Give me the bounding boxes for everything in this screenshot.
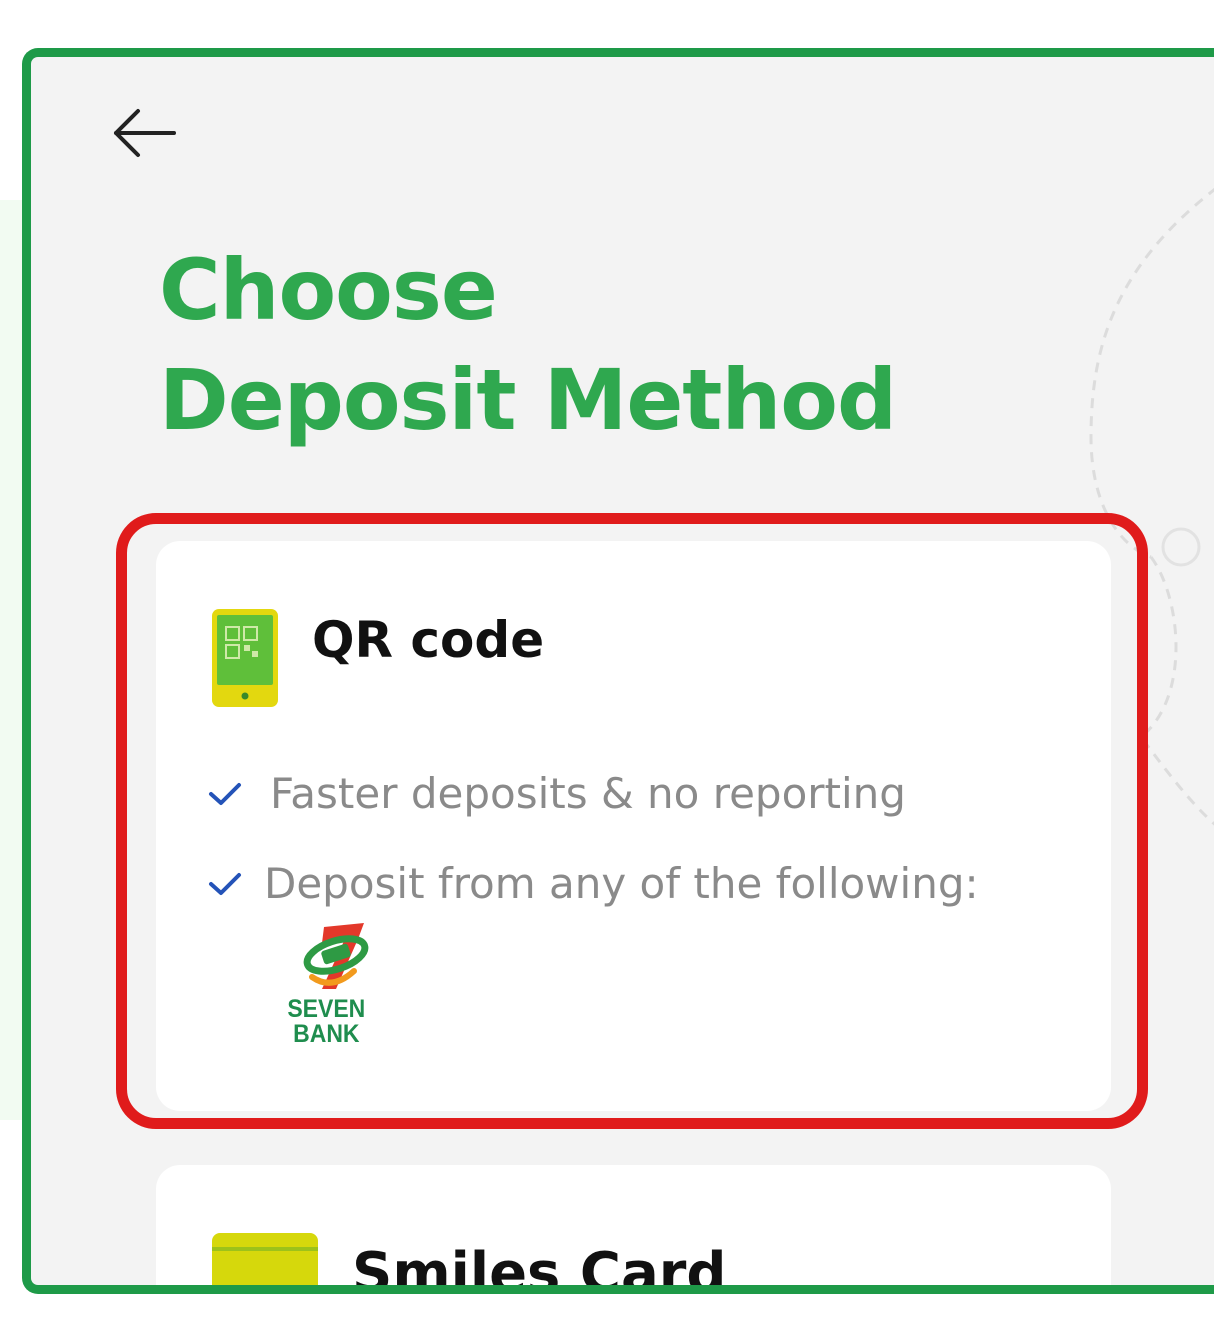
checkmark-icon bbox=[208, 781, 248, 807]
page-title-line1: Choose bbox=[159, 241, 498, 339]
feature-text: Faster deposits & no reporting bbox=[270, 769, 906, 818]
checkmark-icon bbox=[208, 871, 248, 897]
seven-bank-logo: SEVEN BANK bbox=[284, 921, 384, 1047]
smiles-card-method-title: Smiles Card bbox=[352, 1241, 727, 1294]
feature-text: Deposit from any of the following: bbox=[264, 859, 979, 908]
qr-code-method-card[interactable]: QR code Faster deposits & no reporting D… bbox=[156, 541, 1111, 1111]
card-icon bbox=[212, 1233, 318, 1285]
qr-phone-icon bbox=[212, 609, 278, 707]
seven-bank-mark-icon bbox=[303, 923, 369, 989]
deposit-method-screen: Choose Deposit Method QR code Faster dep… bbox=[22, 48, 1214, 1294]
arrow-left-icon bbox=[114, 109, 176, 157]
back-button[interactable] bbox=[109, 101, 181, 165]
qr-code-method-title: QR code bbox=[312, 611, 545, 669]
seven-bank-name: SEVEN BANK bbox=[287, 995, 366, 1048]
smiles-card-method-card[interactable]: Smiles Card bbox=[156, 1165, 1111, 1294]
page-title-line2: Deposit Method bbox=[159, 351, 897, 449]
feature-item: Deposit from any of the following: bbox=[208, 859, 979, 908]
feature-item: Faster deposits & no reporting bbox=[208, 769, 906, 818]
page-title: Choose Deposit Method bbox=[159, 235, 897, 455]
card-icon-stripe bbox=[212, 1247, 318, 1251]
